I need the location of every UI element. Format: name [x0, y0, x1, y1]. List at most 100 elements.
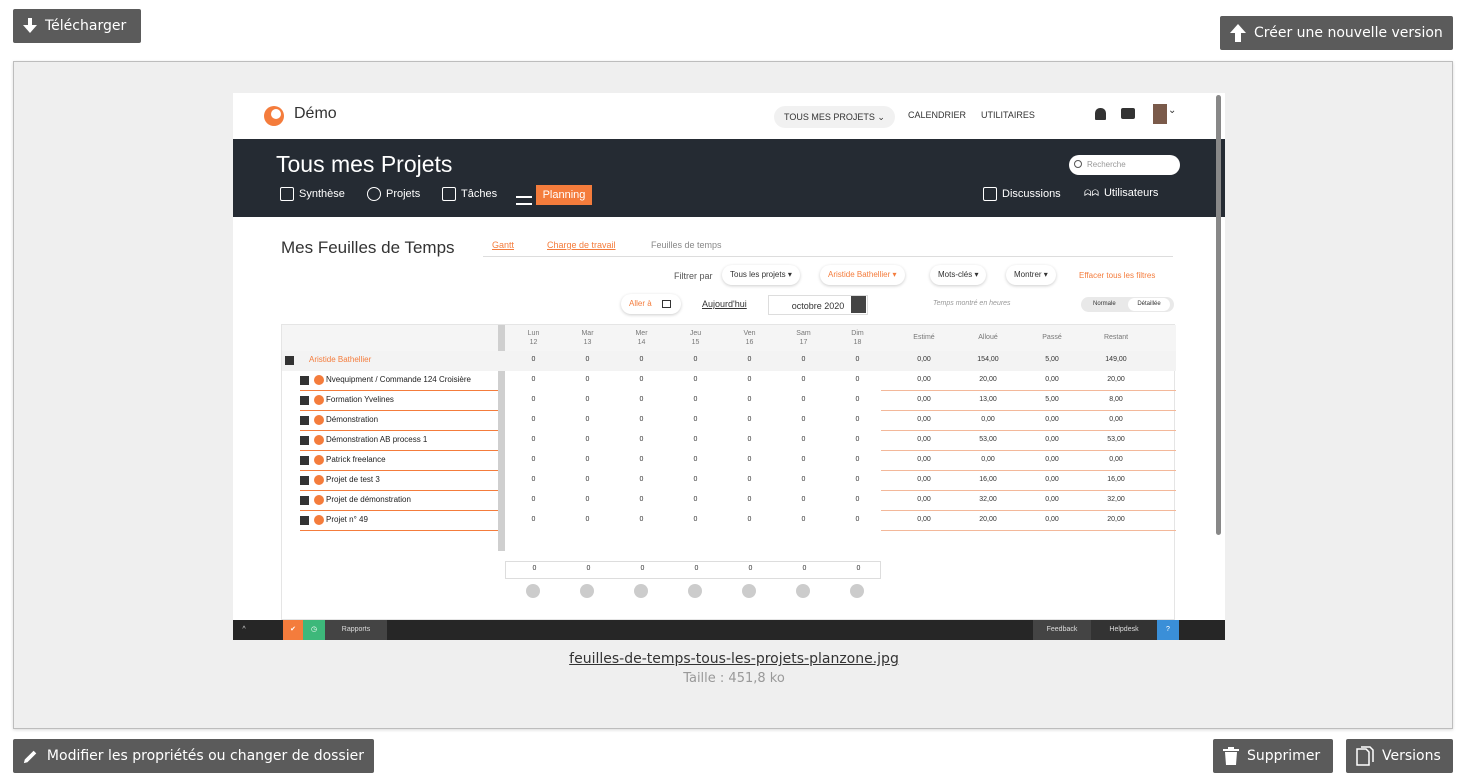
check-icon [526, 584, 540, 598]
day-cell: 0 [801, 456, 806, 463]
sum-cell: 5,00 [1045, 396, 1059, 403]
time-note: Temps montré en heures [933, 300, 1011, 307]
day-cell: 0 [693, 456, 698, 463]
total-cell: 0 [532, 565, 537, 572]
project-name: Projet de test 3 [326, 475, 380, 484]
sum-cell: 20,00 [1107, 376, 1125, 383]
day-cell: 0 [531, 396, 536, 403]
day-cell: 0 [693, 516, 698, 523]
day-cell: 0 [747, 416, 752, 423]
check-icon [634, 584, 648, 598]
planning-icon [516, 196, 532, 205]
project-name: Formation Yvelines [326, 395, 394, 404]
day-cell: 0 [639, 476, 644, 483]
day-cell: 0 [531, 476, 536, 483]
trash-icon [1223, 747, 1239, 765]
calendar-menu: CALENDRIER [908, 110, 967, 120]
preview-title-bar: Tous mes Projets Recherche Synthèse Proj… [233, 139, 1225, 217]
day-cell: 0 [747, 476, 752, 483]
expand-icon [300, 396, 309, 405]
sum-cell: 154,00 [977, 356, 999, 363]
edit-properties-button[interactable]: Modifier les propriétés ou changer de do… [13, 739, 374, 773]
sum-cell: 0,00 [981, 416, 995, 423]
preview-search: Recherche [1069, 155, 1180, 175]
sum-header: Alloué [978, 334, 998, 341]
new-version-label: Créer une nouvelle version [1254, 25, 1443, 41]
day-cell: 0 [531, 376, 536, 383]
table-row: Nvequipment / Commande 124 Croisière 0 0 0 0… [282, 371, 1176, 391]
versions-button[interactable]: Versions [1346, 739, 1453, 773]
sum-cell: 0,00 [917, 496, 931, 503]
sum-cell: 0,00 [1045, 496, 1059, 503]
check-icon [796, 584, 810, 598]
day-name: Jeu [689, 330, 702, 337]
day-cell: 0 [855, 476, 860, 483]
bell-icon [1095, 108, 1106, 120]
day-cell: 0 [855, 356, 860, 363]
check-icon [742, 584, 756, 598]
documents-icon [1356, 746, 1374, 766]
delete-button[interactable]: Supprimer [1213, 739, 1333, 773]
day-cell: 0 [585, 516, 590, 523]
sum-cell: 0,00 [917, 396, 931, 403]
day-cell: 0 [747, 456, 752, 463]
day-cell: 0 [855, 496, 860, 503]
check-status-icon: ✔ [283, 620, 303, 640]
day-cell: 0 [693, 356, 698, 363]
today-link: Aujourd'hui [702, 299, 747, 309]
day-cell: 0 [855, 416, 860, 423]
sum-cell: 53,00 [979, 436, 997, 443]
sum-cell: 0,00 [1045, 476, 1059, 483]
nav-synthese: Synthèse [280, 187, 345, 201]
app-name: Démo [294, 105, 337, 122]
project-icon [314, 455, 324, 465]
project-icon [314, 415, 324, 425]
utilities-menu: UTILITAIRES [981, 110, 1035, 120]
day-number: 14 [637, 339, 646, 346]
nav-projets: Projets [367, 187, 420, 201]
day-name: Ven [743, 330, 756, 337]
sum-cell: 0,00 [917, 476, 931, 483]
file-name-link[interactable]: feuilles-de-temps-tous-les-projets-planz… [14, 651, 1454, 667]
day-cell: 0 [585, 456, 590, 463]
dashboard-icon [280, 187, 294, 201]
project-icon [314, 495, 324, 505]
day-cell: 0 [585, 416, 590, 423]
project-name: Démonstration AB process 1 [326, 435, 428, 444]
nav-users: ᗣᗣ Utilisateurs [1084, 187, 1159, 199]
view-toggle: Normale Détaillée [1081, 297, 1174, 312]
row-underline [300, 530, 498, 531]
preview-image[interactable]: Démo TOUS MES PROJETS ⌄ CALENDRIER UTILI… [233, 93, 1225, 640]
timesheet-title: Mes Feuilles de Temps [281, 238, 455, 257]
download-icon [23, 18, 37, 33]
table-row: Projet de démonstration 0 0 0 0 0 0 0 0,00 32,00 0… [282, 491, 1176, 511]
sum-cell: 20,00 [979, 516, 997, 523]
avatar [1153, 104, 1167, 124]
day-cell: 0 [585, 376, 590, 383]
day-number: 16 [745, 339, 754, 346]
expand-icon [300, 476, 309, 485]
table-row: Patrick freelance 0 0 0 0 0 0 0 0,00 0,00 0,00 0,00 [282, 451, 1176, 471]
collapse-icon: ^ [242, 626, 246, 633]
helpdesk-button: Helpdesk [1091, 620, 1157, 640]
app-logo-icon [264, 106, 284, 126]
project-name: Nvequipment / Commande 124 Croisière [326, 375, 471, 384]
day-number: 12 [529, 339, 538, 346]
day-number: 13 [583, 339, 592, 346]
day-cell: 0 [531, 496, 536, 503]
sum-cell: 0,00 [1045, 416, 1059, 423]
new-version-button[interactable]: Créer une nouvelle version [1220, 16, 1453, 50]
project-name: Démonstration [326, 415, 379, 424]
day-cell: 0 [693, 496, 698, 503]
sum-cell: 32,00 [1107, 496, 1125, 503]
sum-cell: 8,00 [1109, 396, 1123, 403]
day-cell: 0 [801, 476, 806, 483]
download-button[interactable]: Télécharger [13, 9, 141, 43]
preview-bottom-bar: ^ ✔ ◷ Rapports Feedback Helpdesk ? [233, 620, 1225, 640]
day-number: 18 [853, 339, 862, 346]
expand-icon [300, 376, 309, 385]
project-name: Patrick freelance [326, 455, 386, 464]
feedback-button: Feedback [1033, 620, 1091, 640]
sum-cell: 149,00 [1105, 356, 1127, 363]
day-cell: 0 [693, 376, 698, 383]
